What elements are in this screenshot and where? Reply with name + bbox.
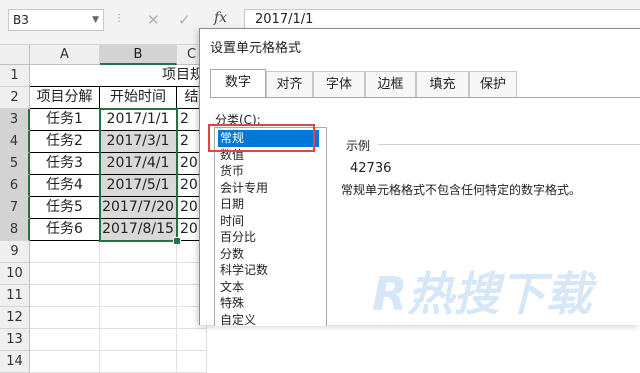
tab-3[interactable]: 边框 [365, 71, 416, 97]
dialog-title: 设置单元格格式 [210, 41, 302, 56]
empty-cell[interactable] [30, 263, 100, 285]
tab-5[interactable]: 保护 [469, 71, 517, 97]
cancel-icon[interactable]: ✕ [147, 11, 160, 29]
tab-1[interactable]: 对齐 [266, 71, 313, 97]
date-cell[interactable]: 2017/8/15 [100, 219, 177, 241]
row-header-6[interactable]: 6 [0, 175, 30, 197]
merged-title-cell[interactable]: 项目规 [30, 65, 207, 87]
tab-0[interactable]: 数字 [210, 69, 266, 97]
format-cells-dialog: 设置单元格格式 数字 对齐 字体 边框 填充 保护 分类(C): 常规 数值 货币 会计专用 日期… [199, 28, 640, 329]
empty-cell[interactable] [100, 241, 177, 263]
sample-label: 示例 [346, 139, 371, 153]
empty-cell[interactable] [30, 329, 100, 351]
name-box-value: B3 [13, 13, 29, 27]
select-all-corner[interactable] [0, 45, 30, 65]
empty-cell[interactable] [177, 351, 207, 373]
empty-cell[interactable] [100, 307, 177, 329]
format-description: 常规单元格格式不包含任何特定的数字格式。 [341, 183, 582, 197]
column-header-b[interactable]: B [100, 45, 177, 65]
category-item[interactable]: 货币 [218, 163, 246, 180]
row-header-12[interactable]: 12 [0, 307, 30, 329]
row-header-14[interactable]: 14 [0, 351, 30, 373]
row-header-11[interactable]: 11 [0, 285, 30, 307]
row-header-5[interactable]: 5 [0, 153, 30, 175]
insert-function-icon[interactable]: fx [214, 10, 227, 26]
category-item[interactable]: 分数 [218, 246, 246, 263]
row-header-9[interactable]: 9 [0, 241, 30, 263]
row-header-7[interactable]: 7 [0, 197, 30, 219]
fill-handle[interactable] [173, 237, 181, 245]
empty-cell[interactable] [30, 351, 100, 373]
sample-group-line [378, 144, 640, 145]
category-item[interactable]: 数值 [218, 147, 246, 164]
task-cell[interactable]: 任务3 [30, 153, 100, 175]
category-item[interactable]: 文本 [218, 279, 246, 296]
category-item[interactable]: 会计专用 [218, 180, 270, 197]
category-item[interactable]: 自定义 [218, 312, 258, 329]
date-cell[interactable]: 2017/5/1 [100, 175, 177, 197]
task-cell[interactable]: 任务2 [30, 131, 100, 153]
category-item[interactable]: 时间 [218, 213, 246, 230]
row-header-1[interactable]: 1 [0, 65, 30, 87]
date-cell[interactable]: 2017/4/1 [100, 153, 177, 175]
empty-cell[interactable] [100, 263, 177, 285]
date-cell[interactable]: 2017/1/1 [100, 109, 177, 131]
category-item[interactable]: 百分比 [218, 229, 258, 246]
drag-handle-icon[interactable]: ⋮ [114, 13, 125, 24]
tab-2[interactable]: 字体 [313, 71, 365, 97]
category-item[interactable]: 特殊 [218, 295, 246, 312]
category-item[interactable]: 科学记数 [218, 262, 270, 279]
sample-value: 42736 [350, 161, 392, 176]
category-list[interactable]: 常规 数值 货币 会计专用 日期 时间 百分比 分数 科学记数 文本 特殊 自定义 [214, 127, 327, 329]
row-header-10[interactable]: 10 [0, 263, 30, 285]
chevron-down-icon[interactable]: ▼ [92, 10, 99, 30]
header-cell[interactable]: 开始时间 [100, 87, 177, 109]
tab-divider [210, 97, 640, 98]
date-cell[interactable]: 2017/7/20 [100, 197, 177, 219]
header-cell[interactable]: 项目分解 [30, 87, 100, 109]
task-cell[interactable]: 任务5 [30, 197, 100, 219]
column-header-a[interactable]: A [30, 45, 100, 65]
task-cell[interactable]: 任务6 [30, 219, 100, 241]
empty-cell[interactable] [30, 307, 100, 329]
row-header-13[interactable]: 13 [0, 329, 30, 351]
category-item[interactable]: 常规 [218, 130, 319, 147]
category-label: 分类(C): [215, 113, 261, 127]
empty-cell[interactable] [30, 241, 100, 263]
empty-cell[interactable] [100, 351, 177, 373]
date-cell[interactable]: 2017/3/1 [100, 131, 177, 153]
enter-icon[interactable]: ✓ [178, 11, 191, 29]
category-item[interactable]: 日期 [218, 196, 246, 213]
row-header-3[interactable]: 3 [0, 109, 30, 131]
tab-4[interactable]: 填充 [416, 71, 469, 97]
task-cell[interactable]: 任务4 [30, 175, 100, 197]
empty-cell[interactable] [100, 285, 177, 307]
empty-cell[interactable] [177, 329, 207, 351]
row-header-2[interactable]: 2 [0, 87, 30, 109]
task-cell[interactable]: 任务1 [30, 109, 100, 131]
name-box[interactable]: B3 ▼ [8, 9, 104, 31]
empty-cell[interactable] [100, 329, 177, 351]
empty-cell[interactable] [30, 285, 100, 307]
row-header-8[interactable]: 8 [0, 219, 30, 241]
row-header-4[interactable]: 4 [0, 131, 30, 153]
